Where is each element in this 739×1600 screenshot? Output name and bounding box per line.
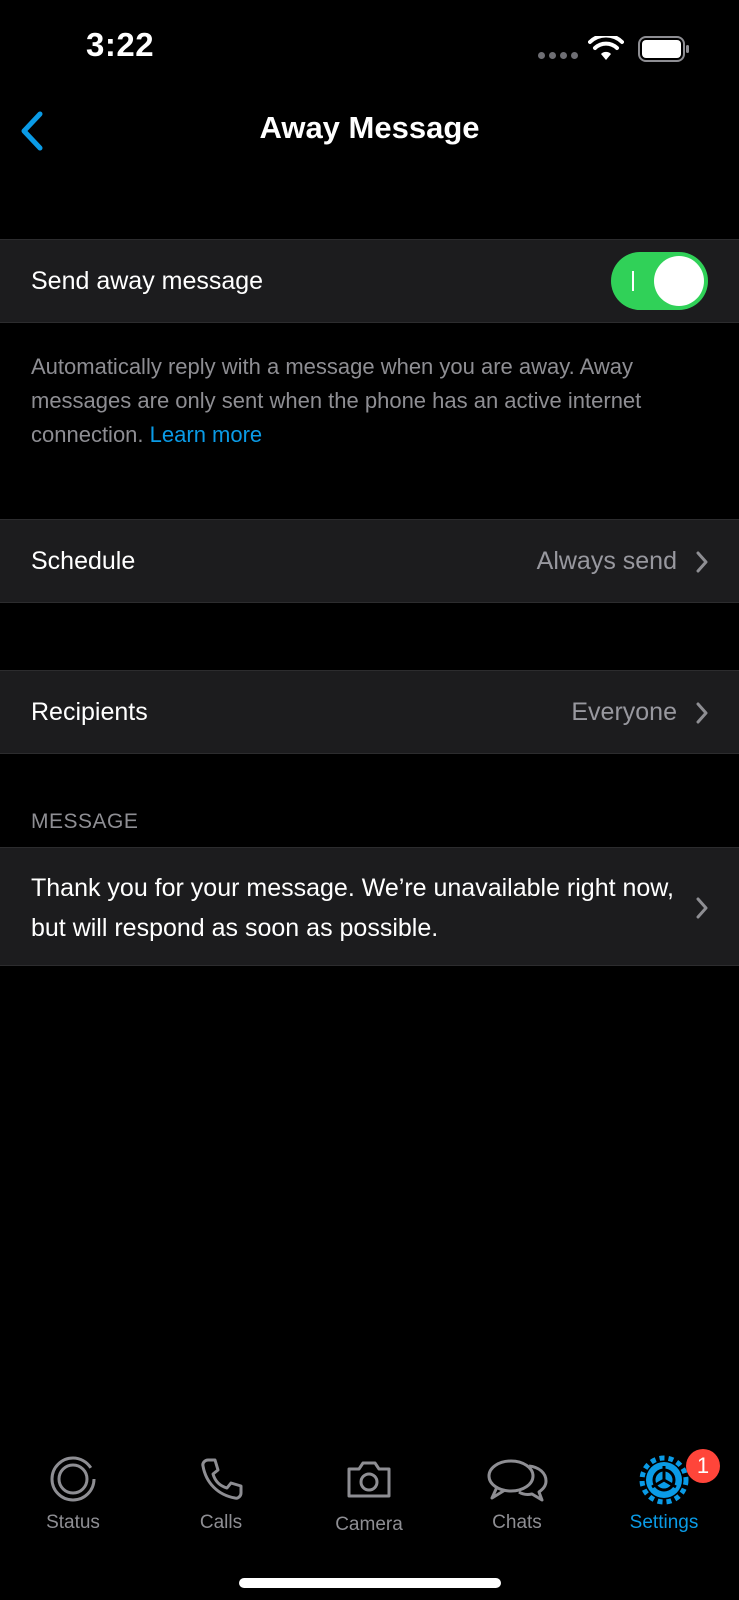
wifi-icon: [588, 36, 624, 60]
tab-camera-label: Camera: [335, 1514, 403, 1535]
send-away-label: Send away message: [31, 267, 264, 295]
message-row[interactable]: Thank you for your message. We’re unavai…: [0, 847, 739, 966]
schedule-label: Schedule: [31, 547, 136, 575]
toggle-on-mark: [632, 271, 634, 291]
chevron-right-icon: [696, 897, 708, 919]
toggle-knob: [654, 256, 704, 306]
tab-chats-label: Chats: [492, 1512, 542, 1533]
home-indicator[interactable]: [239, 1578, 501, 1588]
send-away-toggle[interactable]: [611, 252, 708, 310]
phone-icon: [201, 1458, 243, 1500]
message-section-header: MESSAGE: [31, 810, 139, 833]
camera-icon: [347, 1461, 391, 1498]
settings-badge: 1: [686, 1449, 720, 1483]
away-message-text: Thank you for your message. We’re unavai…: [31, 874, 674, 942]
learn-more-link[interactable]: Learn more: [150, 422, 263, 447]
status-time: 3:22: [86, 26, 155, 63]
tab-bar: Status Calls Camera Chats Settings: [0, 1440, 739, 1560]
cellular-signal-icon: [538, 52, 578, 62]
recipients-label: Recipients: [31, 698, 148, 726]
tab-calls-label: Calls: [199, 1512, 243, 1533]
settings-icon: [639, 1455, 689, 1505]
battery-icon: [638, 36, 689, 62]
status-icon: [50, 1456, 96, 1502]
schedule-row[interactable]: Schedule Always send: [0, 519, 739, 603]
away-description: Automatically reply with a message when …: [31, 350, 711, 452]
schedule-value: Always send: [536, 547, 677, 575]
tab-settings-label: Settings: [629, 1512, 699, 1533]
description-text: Automatically reply with a message when …: [31, 354, 642, 447]
recipients-row[interactable]: Recipients Everyone: [0, 670, 739, 754]
chats-icon: [487, 1459, 548, 1502]
chevron-right-icon: [696, 702, 708, 724]
send-away-row: Send away message: [0, 239, 739, 323]
chevron-right-icon: [696, 551, 708, 573]
tab-status-label: Status: [46, 1512, 100, 1533]
page-title: Away Message: [259, 110, 480, 145]
recipients-value: Everyone: [571, 698, 677, 726]
